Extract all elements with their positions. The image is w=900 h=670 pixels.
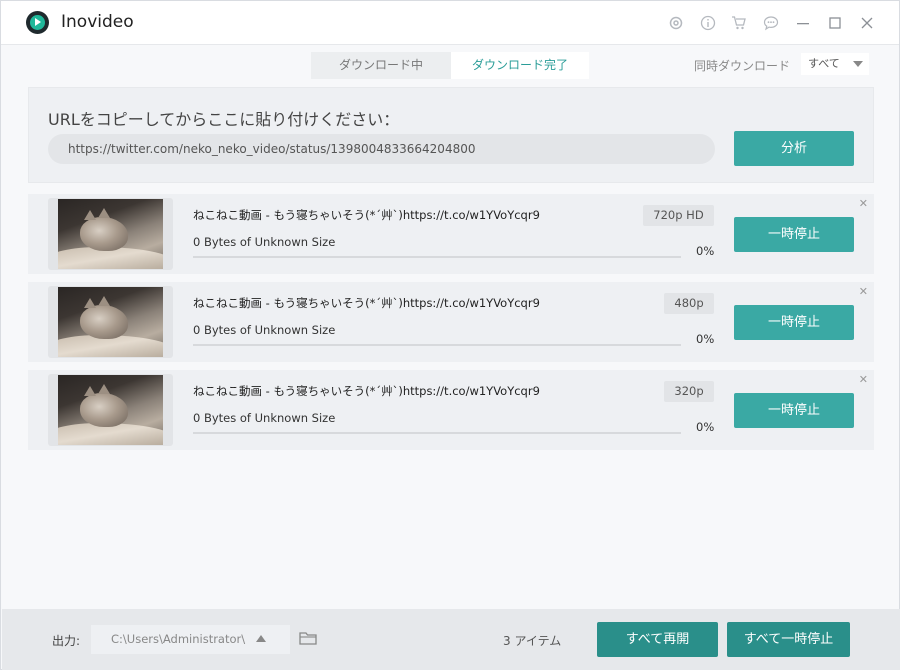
close-icon[interactable] bbox=[858, 14, 876, 32]
tab-downloading[interactable]: ダウンロード中 bbox=[311, 52, 451, 79]
thumbnail-frame bbox=[48, 198, 173, 270]
folder-icon[interactable] bbox=[299, 630, 317, 646]
progress-bar bbox=[193, 432, 681, 434]
quality-badge: 720p HD bbox=[643, 205, 714, 226]
progress-bar bbox=[193, 344, 681, 346]
thumbnail-frame bbox=[48, 286, 173, 358]
item-title: ねこねこ動画 - もう寝ちゃいそう(*´艸`)https://t.co/w1YV… bbox=[193, 296, 540, 310]
item-size: 0 Bytes of Unknown Size bbox=[193, 411, 336, 425]
remove-item-icon[interactable]: ✕ bbox=[859, 286, 868, 297]
settings-icon[interactable] bbox=[667, 14, 685, 32]
item-size: 0 Bytes of Unknown Size bbox=[193, 323, 336, 337]
cart-icon[interactable] bbox=[730, 14, 748, 32]
output-path-select[interactable]: C:\Users\Administrator\ bbox=[91, 625, 290, 654]
thumbnail-frame bbox=[48, 374, 173, 446]
maximize-icon[interactable] bbox=[826, 14, 844, 32]
url-panel: URLをコピーしてからここに貼り付けください： https://twitter.… bbox=[28, 87, 874, 183]
download-item: ねこねこ動画 - もう寝ちゃいそう(*´艸`)https://t.co/w1YV… bbox=[28, 194, 874, 274]
progress-percent: 0% bbox=[696, 332, 715, 346]
pause-button[interactable]: 一時停止 bbox=[734, 305, 854, 340]
chevron-down-icon bbox=[853, 61, 863, 67]
pause-button[interactable]: 一時停止 bbox=[734, 217, 854, 252]
video-thumbnail[interactable] bbox=[58, 287, 163, 357]
pause-all-button[interactable]: すべて一時停止 bbox=[727, 622, 850, 657]
app-logo-icon bbox=[26, 11, 49, 34]
url-input[interactable]: https://twitter.com/neko_neko_video/stat… bbox=[48, 134, 715, 164]
url-heading: URLをコピーしてからここに貼り付けください： bbox=[48, 110, 400, 129]
download-item: ねこねこ動画 - もう寝ちゃいそう(*´艸`)https://t.co/w1YV… bbox=[28, 370, 874, 450]
item-size: 0 Bytes of Unknown Size bbox=[193, 235, 336, 249]
concurrent-download-label: 同時ダウンロード bbox=[694, 59, 791, 73]
resume-all-button[interactable]: すべて再開 bbox=[597, 622, 718, 657]
chevron-up-icon bbox=[256, 635, 266, 642]
output-path-value: C:\Users\Administrator\ bbox=[111, 632, 246, 646]
remove-item-icon[interactable]: ✕ bbox=[859, 198, 868, 209]
app-window: Inovideo ダウンロード中 ダウンロード完了 同時ダウンロード すべて U… bbox=[0, 0, 900, 670]
analyze-button[interactable]: 分析 bbox=[734, 131, 854, 166]
minimize-icon[interactable] bbox=[794, 14, 812, 32]
quality-badge: 480p bbox=[664, 293, 714, 314]
progress-bar bbox=[193, 256, 681, 258]
feedback-icon[interactable] bbox=[762, 14, 780, 32]
quality-badge: 320p bbox=[664, 381, 714, 402]
item-count: 3 アイテム bbox=[503, 634, 562, 648]
progress-percent: 0% bbox=[696, 244, 715, 258]
tab-downloaded[interactable]: ダウンロード完了 bbox=[451, 52, 589, 79]
video-thumbnail[interactable] bbox=[58, 199, 163, 269]
video-thumbnail[interactable] bbox=[58, 375, 163, 445]
download-tabs: ダウンロード中 ダウンロード完了 bbox=[311, 52, 589, 79]
download-item: ねこねこ動画 - もう寝ちゃいそう(*´艸`)https://t.co/w1YV… bbox=[28, 282, 874, 362]
pause-button[interactable]: 一時停止 bbox=[734, 393, 854, 428]
info-icon[interactable] bbox=[699, 14, 717, 32]
progress-percent: 0% bbox=[696, 420, 715, 434]
output-label: 出力: bbox=[52, 634, 81, 648]
app-title: Inovideo bbox=[61, 12, 134, 32]
footer-bar: 出力: C:\Users\Administrator\ 3 アイテム すべて再開… bbox=[2, 609, 900, 670]
item-title: ねこねこ動画 - もう寝ちゃいそう(*´艸`)https://t.co/w1YV… bbox=[193, 208, 540, 222]
remove-item-icon[interactable]: ✕ bbox=[859, 374, 868, 385]
concurrent-download-value: すべて bbox=[808, 57, 840, 70]
title-bar: Inovideo bbox=[1, 1, 899, 45]
concurrent-download-select[interactable]: すべて bbox=[801, 53, 869, 75]
item-title: ねこねこ動画 - もう寝ちゃいそう(*´艸`)https://t.co/w1YV… bbox=[193, 384, 540, 398]
